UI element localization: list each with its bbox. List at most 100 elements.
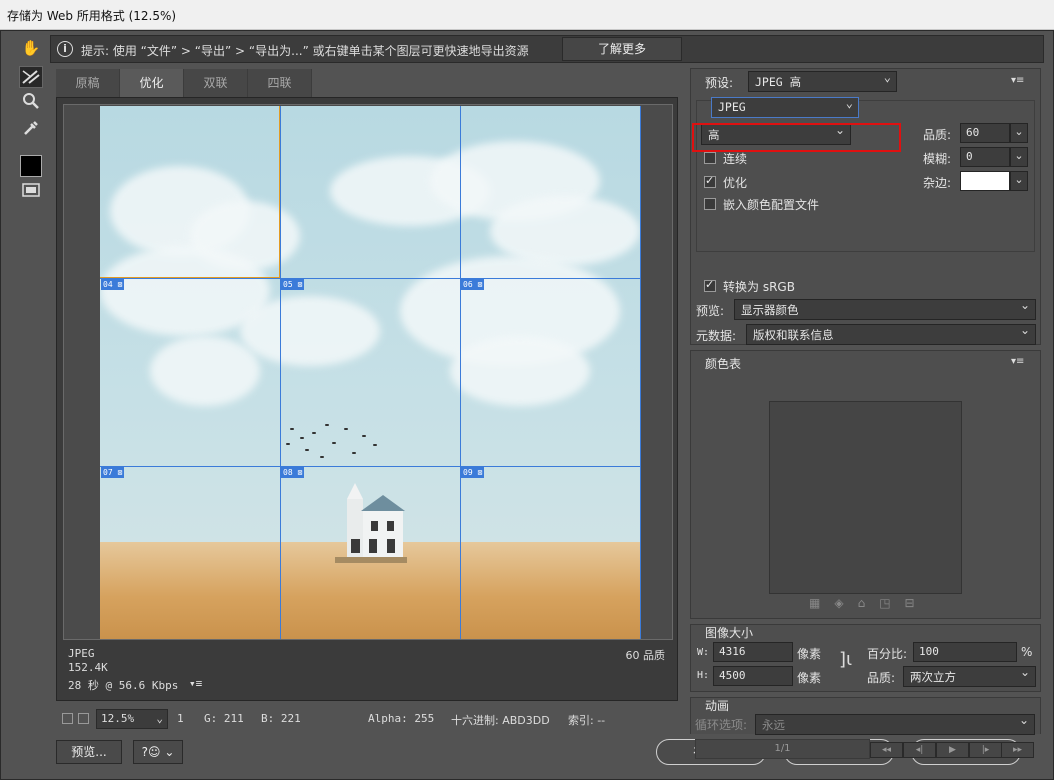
- loop-options-select[interactable]: 永远: [755, 713, 1035, 735]
- blur-slider-toggle-icon[interactable]: ⌄: [1010, 147, 1028, 167]
- title-bar: 存储为 Web 所用格式 (12.5%): [0, 0, 1054, 30]
- resample-label: 品质:: [867, 671, 896, 685]
- tab-original[interactable]: 原稿: [56, 69, 120, 97]
- preview-canvas-frame: 04 ⊠ 05 ⊠ 06 ⊠ 07 ⊠ 08 ⊠ 09 ⊠ JPEG 152.4…: [56, 97, 678, 701]
- preset-select[interactable]: JPEG 高: [748, 70, 897, 92]
- browser-preview-button[interactable]: ?☺ ⌄: [133, 740, 183, 764]
- convert-srgb-checkbox[interactable]: [704, 278, 716, 292]
- zoom-tool-icon[interactable]: [19, 92, 43, 114]
- eyedropper-color-swatch[interactable]: [20, 155, 42, 177]
- eyedropper-tool-icon[interactable]: [19, 119, 43, 141]
- width-label: W:: [697, 647, 710, 658]
- toggle-slices-visibility-icon[interactable]: [19, 182, 43, 204]
- delete-color-icon[interactable]: ⊟: [905, 596, 929, 610]
- matte-label: 杂边:: [923, 176, 952, 190]
- color-b-readout: B: 221: [261, 712, 301, 725]
- slice-grid-line: [100, 278, 640, 279]
- tab-optimized[interactable]: 优化: [120, 69, 184, 97]
- width-unit: 像素: [797, 647, 822, 661]
- slice-label[interactable]: 07 ⊠: [101, 467, 125, 478]
- loop-options-label: 循环选项:: [695, 718, 748, 732]
- resample-select[interactable]: 两次立方: [903, 665, 1036, 687]
- matte-color-swatch[interactable]: [960, 171, 1010, 191]
- percent-label: 百分比:: [867, 647, 908, 661]
- tab-2-up[interactable]: 双联: [184, 69, 248, 97]
- blur-input[interactable]: 0: [960, 147, 1010, 167]
- height-label: H:: [697, 670, 710, 681]
- alpha-readout: Alpha: 255: [368, 712, 435, 725]
- color-r-readout: 1: [177, 712, 184, 725]
- selected-slice-outline: [100, 106, 280, 278]
- zoom-out-icon[interactable]: [62, 713, 73, 724]
- height-unit: 像素: [797, 671, 822, 685]
- percent-unit: %: [1021, 645, 1033, 659]
- next-frame-icon[interactable]: |▸: [969, 742, 1002, 758]
- settings-menu-icon[interactable]: ▾≡: [1011, 75, 1024, 86]
- download-speed-menu-icon[interactable]: ▾≡: [189, 677, 202, 690]
- last-frame-icon[interactable]: ▸▸: [1001, 742, 1034, 758]
- matte-dropdown-icon[interactable]: ⌄: [1010, 171, 1028, 191]
- height-input[interactable]: 4500: [713, 666, 793, 686]
- hand-tool-icon[interactable]: ✋: [19, 37, 43, 59]
- quality-slider-toggle-icon[interactable]: ⌄: [1010, 123, 1028, 143]
- quality-input[interactable]: 60: [960, 123, 1010, 143]
- learn-more-button[interactable]: 了解更多: [562, 37, 682, 61]
- browser-icon: ?☺: [141, 745, 161, 759]
- color-g-readout: G: 211: [204, 712, 244, 725]
- zoom-in-icon[interactable]: [78, 713, 89, 724]
- progressive-checkbox[interactable]: [704, 152, 716, 164]
- optimized-checkbox[interactable]: [704, 174, 716, 188]
- previous-frame-icon[interactable]: ◂|: [903, 742, 936, 758]
- slice-label[interactable]: 04 ⊠: [101, 279, 125, 290]
- window-title: 存储为 Web 所用格式 (12.5%): [7, 9, 177, 23]
- info-download-time: 28 秒 @ 56.6 Kbps: [68, 679, 179, 692]
- slice-label[interactable]: 09 ⊠: [461, 467, 485, 478]
- dialog-window: ✋ i 提示: 使用 “文件” > “导出” > “导出为...” 或右键单击某…: [0, 30, 1054, 780]
- preview-canvas[interactable]: 04 ⊠ 05 ⊠ 06 ⊠ 07 ⊠ 08 ⊠ 09 ⊠: [63, 104, 673, 640]
- format-select[interactable]: JPEG: [711, 96, 859, 118]
- first-frame-icon[interactable]: ◂◂: [870, 742, 903, 758]
- convert-srgb-label: 转换为 sRGB: [723, 280, 795, 294]
- play-icon[interactable]: ▶: [936, 742, 969, 758]
- animation-title: 动画: [705, 699, 730, 713]
- tool-strip: ✋: [15, 35, 47, 240]
- color-table-title: 颜色表: [705, 357, 742, 371]
- lock-color-icon[interactable]: ⌂: [858, 596, 880, 610]
- blur-label: 模糊:: [923, 152, 952, 166]
- hint-bar: i 提示: 使用 “文件” > “导出” > “导出为...” 或右键单击某个图…: [50, 35, 1044, 63]
- info-quality: 60 品质: [625, 649, 666, 662]
- slice-label[interactable]: 06 ⊠: [461, 279, 485, 290]
- format-highlight-box: [692, 123, 901, 152]
- slice-label[interactable]: 05 ⊠: [281, 279, 305, 290]
- link-icon[interactable]: ]ꙇ: [839, 649, 852, 670]
- color-table-menu-icon[interactable]: ▾≡: [1011, 356, 1024, 367]
- color-table-area[interactable]: [769, 401, 962, 594]
- slice-grid-line: [280, 106, 281, 639]
- metadata-select[interactable]: 版权和联系信息: [746, 323, 1036, 345]
- frame-counter: 1/1: [695, 739, 870, 759]
- hint-text: 提示: 使用 “文件” > “导出” > “导出为...” 或右键单击某个图层可…: [81, 44, 529, 58]
- color-table-toolbar: ▦◈⌂◳⊟: [809, 596, 929, 610]
- new-color-icon[interactable]: ◳: [879, 596, 904, 610]
- progressive-label: 连续: [723, 152, 748, 166]
- optimize-settings-panel: 预设: JPEG 高 ▾≡ JPEG 高 品质: 60 ⌄ 连续 模糊: 0 ⌄…: [690, 68, 1041, 345]
- preview-mode-label: 预览:: [696, 304, 725, 318]
- zoom-select[interactable]: 12.5% ⌄: [96, 709, 168, 729]
- preview-button[interactable]: 预览...: [56, 740, 122, 764]
- map-transparency-icon[interactable]: ▦: [809, 596, 834, 610]
- embed-profile-checkbox[interactable]: [704, 198, 716, 210]
- index-readout: 索引: --: [568, 714, 606, 727]
- percent-input[interactable]: 100: [913, 642, 1017, 662]
- optimization-info: JPEG 152.4K 28 秒 @ 56.6 Kbps ▾≡ 60 品质: [63, 644, 673, 694]
- slice-label[interactable]: 08 ⊠: [281, 467, 305, 478]
- width-input[interactable]: 4316: [713, 642, 793, 662]
- info-format: JPEG: [68, 647, 95, 660]
- hex-readout: 十六进制: ABD3DD: [451, 714, 550, 727]
- chevron-down-icon: ⌄: [164, 745, 175, 759]
- house-illustration: [335, 481, 407, 563]
- preview-mode-select[interactable]: 显示器颜色: [734, 298, 1036, 320]
- slice-select-tool-icon[interactable]: [19, 66, 43, 88]
- status-bar: 12.5% ⌄ 1 G: 211 B: 221 Alpha: 255 十六进制: …: [56, 707, 683, 731]
- web-shift-icon[interactable]: ◈: [834, 596, 857, 610]
- tab-4-up[interactable]: 四联: [248, 69, 312, 97]
